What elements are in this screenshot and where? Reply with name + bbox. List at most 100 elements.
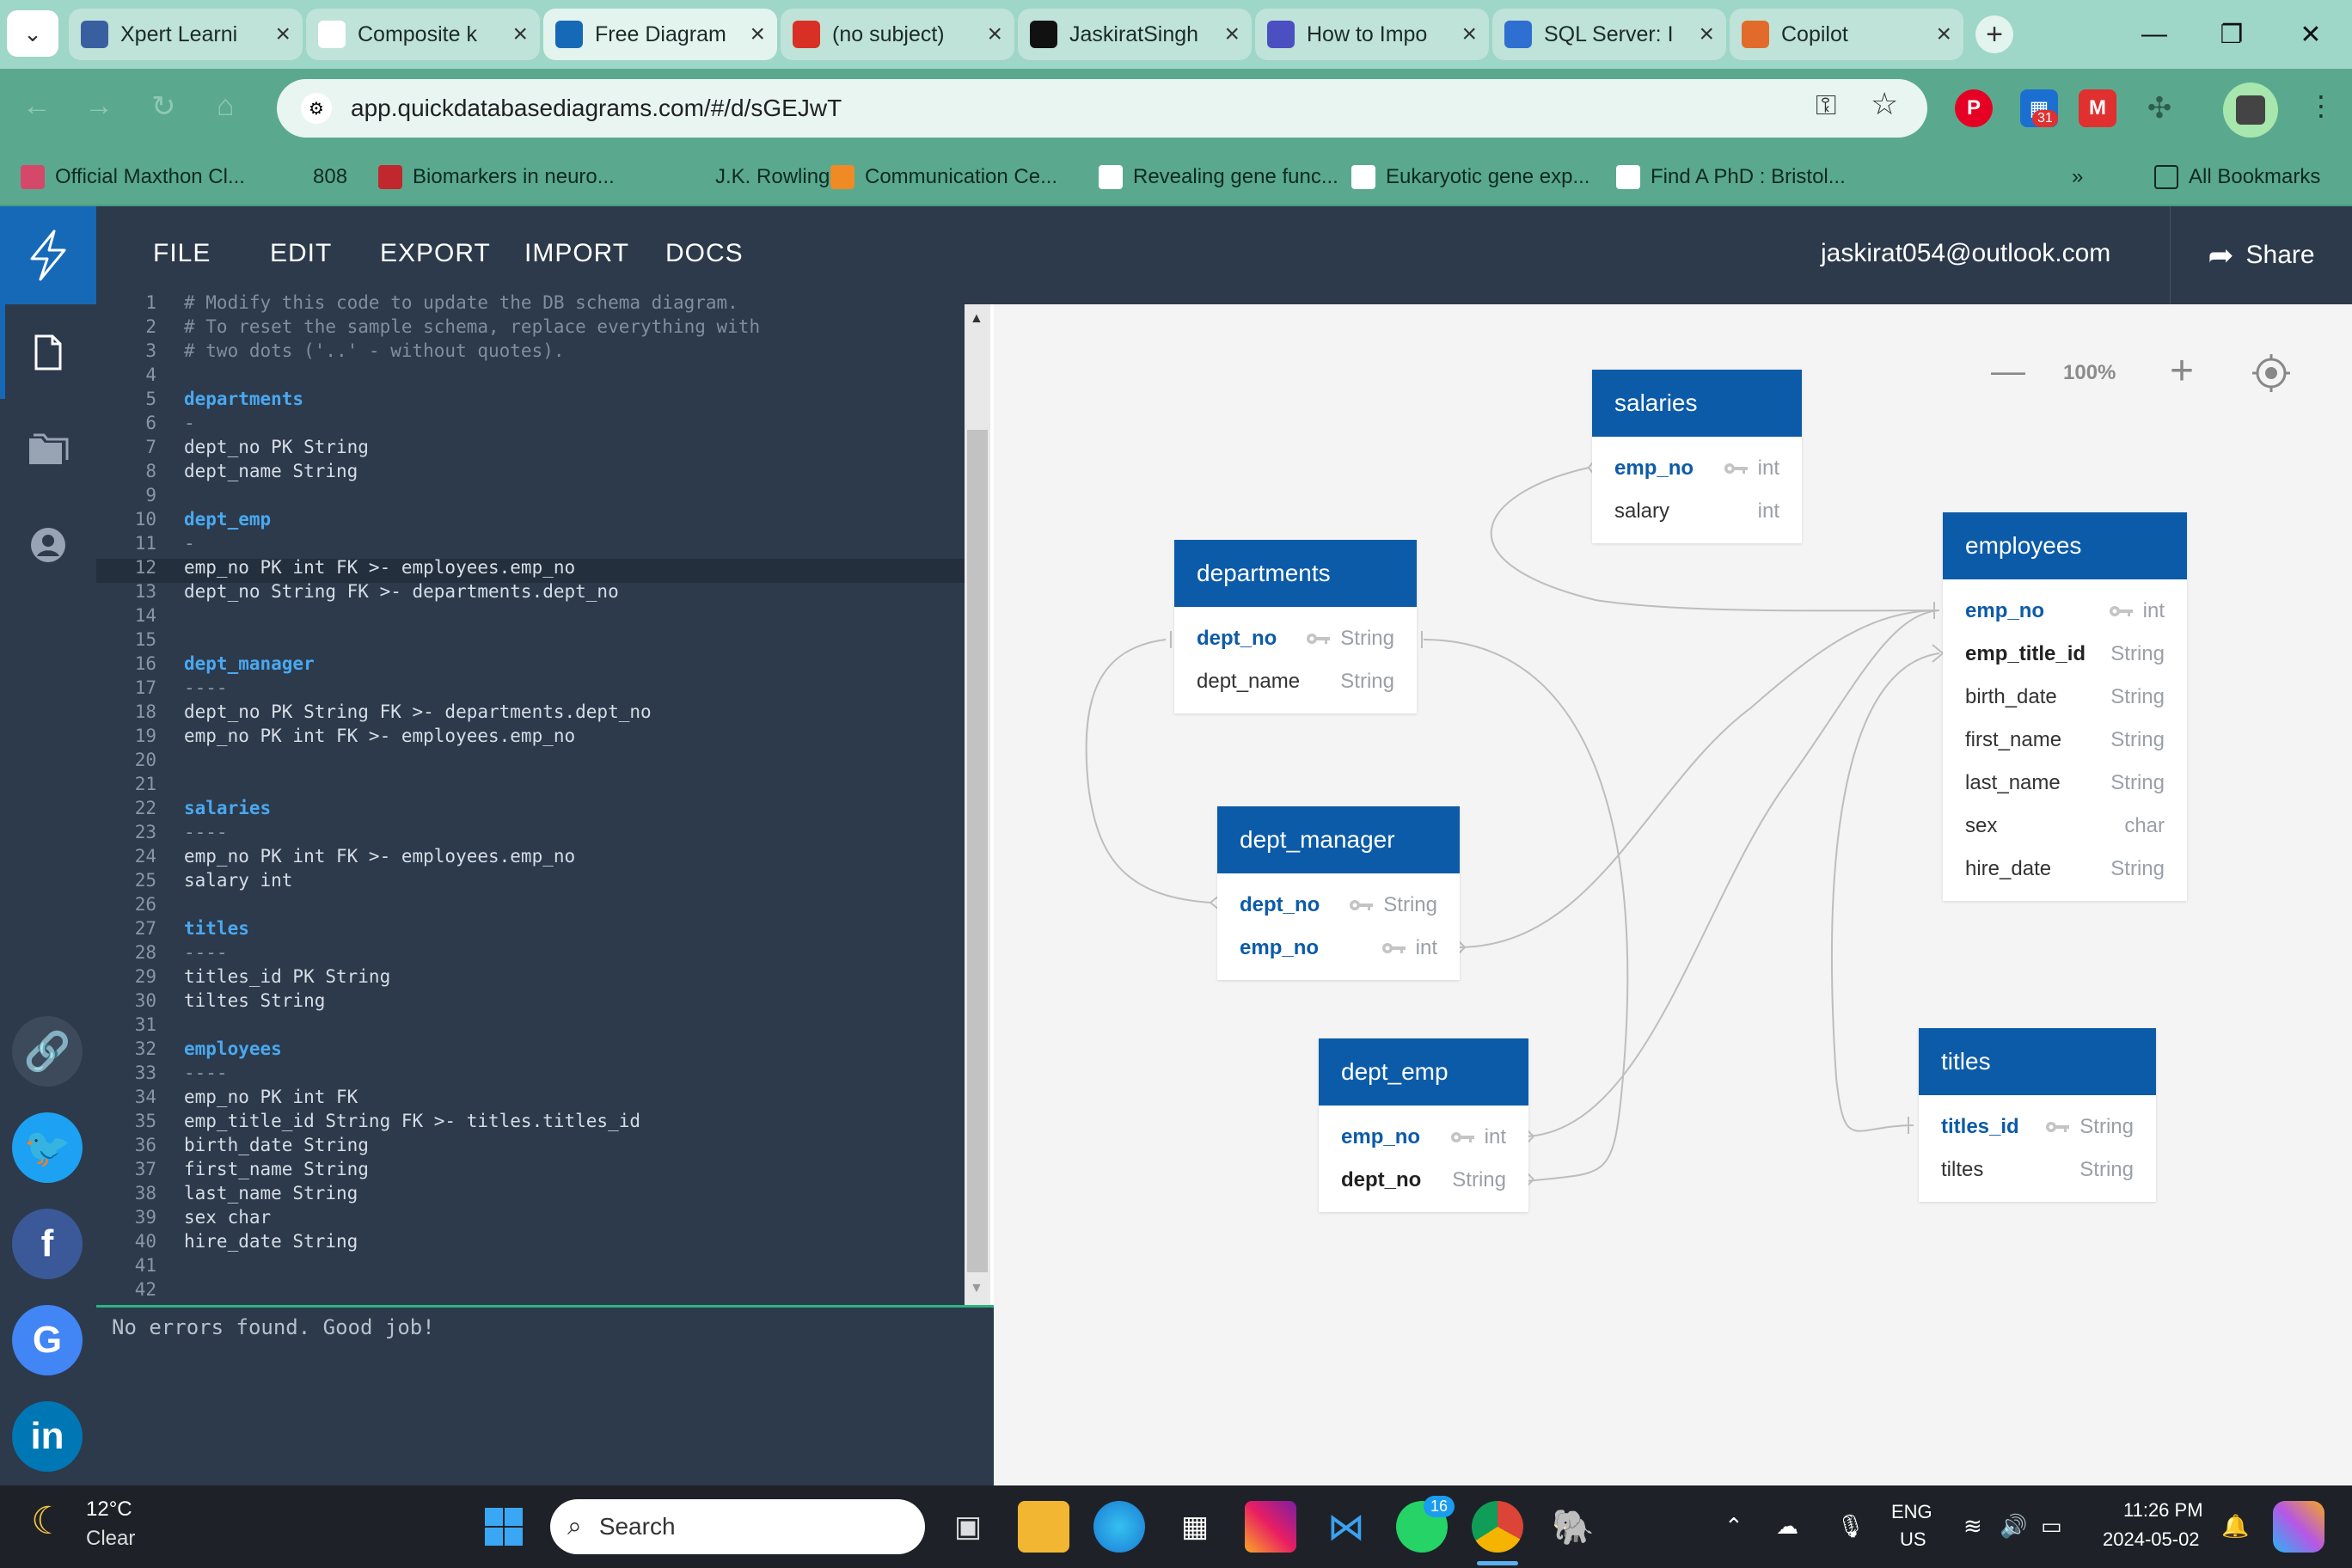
minimize-button[interactable]: — — [2120, 12, 2189, 57]
browser-tab[interactable]: (no subject) × — [781, 9, 1014, 60]
clock-date[interactable]: 2024-05-02 — [2103, 1528, 2200, 1551]
code-line[interactable]: dept_manager — [184, 653, 315, 674]
menu-edit[interactable]: EDIT — [270, 239, 332, 268]
scroll-up-icon[interactable]: ▲ — [970, 311, 983, 327]
table-field-row[interactable]: emp_no int — [1943, 590, 2187, 633]
code-line[interactable]: employees — [184, 1038, 282, 1059]
instagram-icon[interactable] — [1245, 1501, 1296, 1553]
code-line[interactable]: titles — [184, 918, 249, 939]
bookmark-item[interactable]: Communication Ce... — [830, 158, 1057, 196]
forward-icon[interactable]: → — [84, 89, 113, 123]
task-view-icon[interactable]: ▣ — [942, 1501, 994, 1553]
microphone-icon[interactable]: 🎙 — [1836, 1513, 1865, 1540]
menu-file[interactable]: FILE — [153, 239, 211, 268]
table-field-row[interactable]: first_name String — [1943, 719, 2187, 762]
moon-weather-icon[interactable]: ☾ — [31, 1499, 64, 1543]
code-line[interactable]: - — [184, 533, 195, 554]
menu-import[interactable]: IMPORT — [524, 239, 629, 268]
table-header[interactable]: dept_manager — [1217, 806, 1460, 873]
tab-search-menu-button[interactable]: ⌄ — [7, 10, 58, 57]
code-line[interactable]: emp_no PK int FK >- employees.emp_no — [184, 846, 575, 867]
weather-temp[interactable]: 12°C — [86, 1498, 132, 1522]
code-line[interactable]: ---- — [184, 942, 228, 963]
table-titles[interactable]: titles titles_id String tiltes String — [1919, 1028, 2156, 1202]
bookmark-item[interactable]: Find A PhD : Bristol... — [1616, 158, 1846, 196]
bookmark-star-icon[interactable]: ☆ — [1871, 86, 1898, 122]
account-icon[interactable] — [22, 519, 74, 571]
twitter-icon[interactable]: 🐦 — [12, 1112, 83, 1183]
tab-close-icon[interactable]: × — [987, 20, 1002, 49]
site-info-icon[interactable]: ⚙ — [301, 93, 332, 124]
browser-tab[interactable]: Free Diagram × — [543, 9, 777, 60]
bookmark-item[interactable]: J.K. Rowling - — [681, 158, 842, 196]
table-dept-emp[interactable]: dept_emp emp_no int dept_no String — [1319, 1038, 1528, 1212]
table-field-row[interactable]: dept_no String — [1174, 617, 1417, 660]
code-line[interactable]: ---- — [184, 822, 228, 842]
table-field-row[interactable]: tiltes String — [1919, 1148, 2156, 1191]
chrome-icon[interactable] — [1472, 1501, 1523, 1553]
app-logo[interactable] — [0, 206, 96, 304]
bookmark-item[interactable]: Eukaryotic gene exp... — [1351, 158, 1589, 196]
code-line[interactable]: birth_date String — [184, 1135, 369, 1155]
menu-docs[interactable]: DOCS — [665, 239, 744, 268]
share-button[interactable]: ➦ Share — [2170, 206, 2352, 304]
wifi-icon[interactable]: ≋ — [1963, 1513, 1982, 1540]
code-line[interactable]: emp_no PK int FK >- employees.emp_no — [184, 726, 575, 746]
browser-tab[interactable]: Copilot × — [1730, 9, 1963, 60]
link-icon[interactable]: 🔗 — [12, 1016, 83, 1087]
zoom-in-button[interactable]: + — [2170, 347, 2194, 395]
folders-icon[interactable] — [22, 423, 74, 475]
table-field-row[interactable]: salary int — [1592, 490, 1802, 533]
google-icon[interactable]: G — [12, 1305, 83, 1375]
user-email[interactable]: jaskirat054@outlook.com — [1821, 239, 2110, 268]
url-text[interactable]: app.quickdatabasediagrams.com/#/d/sGEJwT — [351, 95, 842, 122]
code-line[interactable]: dept_emp — [184, 509, 271, 530]
tab-close-icon[interactable]: × — [750, 20, 765, 49]
linkedin-icon[interactable]: in — [12, 1401, 83, 1472]
postgres-icon[interactable]: 🐘 — [1547, 1501, 1599, 1553]
tab-close-icon[interactable]: × — [1461, 20, 1477, 49]
code-line[interactable]: dept_no String FK >- departments.dept_no — [184, 581, 619, 602]
language-bottom[interactable]: US — [1900, 1528, 1926, 1551]
table-field-row[interactable]: sex char — [1943, 805, 2187, 848]
code-line[interactable]: dept_name String — [184, 461, 358, 481]
all-bookmarks-button[interactable]: All Bookmarks — [2154, 158, 2320, 196]
scroll-down-icon[interactable]: ▼ — [970, 1281, 983, 1296]
table-dept-manager[interactable]: dept_manager dept_no String emp_no int — [1217, 806, 1460, 980]
menu-export[interactable]: EXPORT — [380, 239, 491, 268]
vscode-icon[interactable]: ⋈ — [1320, 1501, 1372, 1553]
tab-close-icon[interactable]: × — [275, 20, 291, 49]
edge-icon[interactable] — [1093, 1501, 1145, 1553]
code-line[interactable]: ---- — [184, 1063, 228, 1083]
code-line[interactable]: # Modify this code to update the DB sche… — [184, 292, 738, 313]
notification-bell-icon[interactable]: 🔔 — [2221, 1513, 2249, 1540]
code-line[interactable]: salary int — [184, 870, 292, 891]
table-field-row[interactable]: emp_no int — [1217, 927, 1460, 970]
code-line[interactable]: # two dots ('..' - without quotes). — [184, 340, 565, 361]
back-icon[interactable]: ← — [22, 89, 52, 123]
table-field-row[interactable]: last_name String — [1943, 762, 2187, 805]
table-field-row[interactable]: titles_id String — [1919, 1106, 2156, 1148]
table-field-row[interactable]: emp_title_id String — [1943, 633, 2187, 676]
table-header[interactable]: dept_emp — [1319, 1038, 1528, 1106]
table-departments[interactable]: departments dept_no String dept_name String — [1174, 540, 1417, 714]
mega-extension-icon[interactable]: M — [2079, 89, 2116, 127]
table-field-row[interactable]: dept_no String — [1217, 884, 1460, 927]
code-line[interactable]: dept_no PK String — [184, 437, 369, 457]
table-header[interactable]: departments — [1174, 540, 1417, 607]
browser-tab[interactable]: Xpert Learni × — [69, 9, 303, 60]
table-salaries[interactable]: salaries emp_no int salary int — [1592, 370, 1802, 543]
clock-time[interactable]: 11:26 PM — [2123, 1499, 2203, 1522]
more-bookmarks-button[interactable]: » — [2072, 158, 2083, 196]
profile-avatar[interactable] — [2223, 83, 2278, 138]
language-top[interactable]: ENG — [1891, 1501, 1932, 1523]
browser-tab[interactable]: Composite k × — [306, 9, 540, 60]
taskbar-search-box[interactable]: ⌕ Search — [550, 1499, 925, 1554]
bookmark-item[interactable]: Biomarkers in neuro... — [378, 158, 615, 196]
volume-icon[interactable]: 🔊 — [2000, 1513, 2027, 1540]
bookmark-item[interactable]: Official Maxthon Cl... — [21, 158, 245, 196]
browser-tab[interactable]: How to Impo × — [1255, 9, 1489, 60]
address-bar[interactable]: ⚙ app.quickdatabasediagrams.com/#/d/sGEJ… — [277, 79, 1927, 138]
restore-button[interactable]: ❐ — [2197, 12, 2266, 57]
table-field-row[interactable]: hire_date String — [1943, 848, 2187, 891]
